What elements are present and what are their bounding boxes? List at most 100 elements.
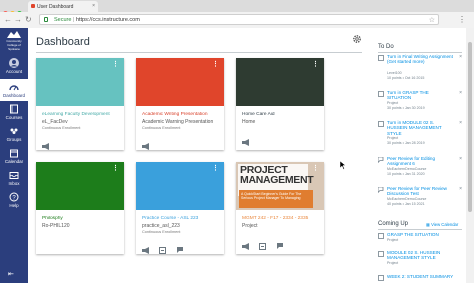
- course-title[interactable]: Practice Course - ASL 223: [142, 216, 224, 221]
- institution-name: Community College of Spokane: [6, 39, 22, 51]
- course-card-hero[interactable]: [136, 162, 224, 210]
- card-options-icon[interactable]: ⋮: [212, 165, 219, 172]
- dismiss-icon[interactable]: ×: [459, 54, 462, 60]
- nav-account[interactable]: Account: [0, 56, 28, 78]
- todo-item[interactable]: Peer Review for Editing Assignment 6 McE…: [378, 156, 464, 184]
- secure-label: Secure: [54, 17, 72, 23]
- nav-courses-label: Courses: [5, 115, 23, 120]
- course-title[interactable]: eLearning Faculty Development: [42, 112, 124, 117]
- card-options-icon[interactable]: ⋮: [312, 61, 319, 68]
- forward-arrow-icon[interactable]: →: [14, 15, 22, 25]
- course-card-hero[interactable]: [136, 58, 224, 106]
- course-title[interactable]: Academic Writing Presentation: [142, 112, 224, 117]
- nav-inbox[interactable]: Inbox: [0, 170, 28, 192]
- browser-tab[interactable]: User Dashboard ×: [28, 1, 98, 12]
- course-title[interactable]: Philosphy: [42, 216, 124, 221]
- course-card[interactable]: ⋮ Academic Writing Presentation Academic…: [136, 58, 224, 150]
- coming-up-title[interactable]: WEEK 2: STUDENT SUMMARY: [387, 274, 463, 279]
- dismiss-icon[interactable]: ×: [459, 120, 462, 126]
- todo-title[interactable]: Turn in MODULE 02 S. HUSSEIN MANAGEMENT …: [387, 120, 453, 136]
- coming-up-item[interactable]: MODULE 02 S. HUSSEIN MANAGEMENT STYLE Pr…: [378, 250, 464, 272]
- institution-logo[interactable]: Community College of Spokane: [2, 31, 26, 51]
- coming-up-meta: Project: [387, 261, 399, 265]
- announcements-icon[interactable]: [42, 137, 50, 150]
- todo-title[interactable]: Peer Review for Editing Assignment 6: [387, 156, 453, 167]
- reload-icon[interactable]: ↻: [25, 15, 32, 25]
- global-navigation: Community College of Spokane Account Das…: [0, 28, 28, 283]
- coming-up-item[interactable]: GRASP THE SITUATION Project: [378, 232, 464, 246]
- dismiss-icon[interactable]: ×: [459, 90, 462, 96]
- dismiss-icon[interactable]: ×: [459, 186, 462, 192]
- page-scrollbar[interactable]: [466, 28, 474, 283]
- course-card-hero[interactable]: PROJECT MANAGEMENT A QuickStart Beginner…: [236, 162, 324, 210]
- assignments-icon[interactable]: [259, 237, 267, 250]
- course-title[interactable]: Home Care Aid: [242, 112, 324, 117]
- nav-calendar[interactable]: Calendar: [0, 148, 28, 170]
- todo-divider: [378, 52, 462, 53]
- course-card[interactable]: ⋮ Home Care Aid Home: [236, 58, 324, 150]
- nav-courses[interactable]: Courses: [0, 104, 28, 126]
- browser-menu-icon[interactable]: ⋮: [458, 15, 466, 24]
- bookmark-star-icon[interactable]: ☆: [429, 16, 435, 24]
- announcements-icon[interactable]: [242, 237, 250, 250]
- course-card[interactable]: ⋮ eLearning Faculty Development eL_FacDe…: [36, 58, 124, 150]
- view-calendar-label: View Calendar: [431, 222, 459, 227]
- nav-help[interactable]: ? Help: [0, 192, 28, 214]
- todo-item[interactable]: Turn in MODULE 02 S. HUSSEIN MANAGEMENT …: [378, 120, 464, 152]
- card-options-icon[interactable]: ⋮: [312, 165, 319, 172]
- collapse-nav-icon[interactable]: ⇤: [8, 270, 14, 278]
- course-card[interactable]: ⋮ Philosphy Ro-PHIL120: [36, 162, 124, 254]
- nav-groups[interactable]: Groups: [0, 126, 28, 148]
- announcements-icon[interactable]: [242, 133, 250, 146]
- discussions-icon[interactable]: [176, 241, 185, 253]
- view-calendar-link[interactable]: ▦ View Calendar: [426, 222, 458, 227]
- card-options-icon[interactable]: ⋮: [112, 165, 119, 172]
- coming-up-item[interactable]: WEEK 2: STUDENT SUMMARY: [378, 274, 464, 282]
- todo-item[interactable]: Peer Review for Peer Review Discussion T…: [378, 186, 464, 214]
- card-options-icon[interactable]: ⋮: [212, 61, 219, 68]
- todo-heading: To Do: [378, 44, 394, 50]
- todo-item[interactable]: Turn in Final Writing Assignment (Get st…: [378, 54, 464, 88]
- todo-item[interactable]: Turn in GRASP THE SITUATION Project 30 p…: [378, 90, 464, 118]
- address-bar[interactable]: Secure | https://ccs.instructure.com ☆: [39, 14, 439, 25]
- coming-up-title[interactable]: GRASP THE SITUATION: [387, 232, 463, 237]
- nav-dashboard[interactable]: Dashboard: [0, 79, 28, 101]
- todo-title[interactable]: Turn in Final Writing Assignment (Get st…: [387, 54, 453, 65]
- course-card-hero[interactable]: [36, 162, 124, 210]
- course-title[interactable]: MGMT 242 - F17 - 2334 - 2335: [242, 216, 324, 221]
- assignments-icon[interactable]: [159, 241, 167, 254]
- gear-icon[interactable]: [352, 34, 362, 44]
- header-divider: [36, 52, 362, 53]
- card-action-icons: [142, 137, 202, 150]
- lock-icon: [44, 17, 48, 22]
- peer-review-icon: [378, 187, 384, 193]
- nav-inbox-label: Inbox: [8, 181, 20, 186]
- course-card-hero[interactable]: [236, 58, 324, 106]
- todo-title[interactable]: Turn in GRASP THE SITUATION: [387, 90, 453, 101]
- dashboard-main: Dashboard ⋮ eLearning Faculty Developmen…: [28, 28, 368, 283]
- assignment-icon: [378, 251, 384, 257]
- inbox-icon: [9, 172, 19, 179]
- todo-title[interactable]: Peer Review for Peer Review Discussion T…: [387, 186, 453, 197]
- calendar-icon: [10, 149, 18, 158]
- groups-icon: [10, 128, 18, 134]
- close-tab-icon[interactable]: ×: [92, 3, 95, 9]
- nav-help-label: Help: [9, 203, 19, 208]
- browser-chrome: User Dashboard × ← → ↻ Secure | https://…: [0, 0, 474, 28]
- announcements-icon[interactable]: [142, 241, 150, 254]
- course-card-hero[interactable]: [36, 58, 124, 106]
- course-card[interactable]: ⋮ Practice Course - ASL 223 practice_asl…: [136, 162, 224, 254]
- announcements-icon[interactable]: [142, 137, 150, 150]
- course-term: Continuous Enrollment: [142, 126, 181, 130]
- card-options-icon[interactable]: ⋮: [112, 61, 119, 68]
- course-term: Continuous Enrollment: [142, 230, 181, 234]
- mouse-cursor-icon: [340, 161, 346, 170]
- course-card[interactable]: PROJECT MANAGEMENT A QuickStart Beginner…: [236, 162, 324, 254]
- coming-up-title[interactable]: MODULE 02 S. HUSSEIN MANAGEMENT STYLE: [387, 250, 463, 261]
- back-arrow-icon[interactable]: ←: [4, 15, 12, 25]
- nav-groups-label: Groups: [6, 137, 22, 142]
- scrollbar-thumb[interactable]: [468, 42, 472, 212]
- course-code: Academic Warning Presentation: [142, 119, 214, 125]
- dismiss-icon[interactable]: ×: [459, 156, 462, 162]
- discussions-icon[interactable]: [276, 237, 285, 249]
